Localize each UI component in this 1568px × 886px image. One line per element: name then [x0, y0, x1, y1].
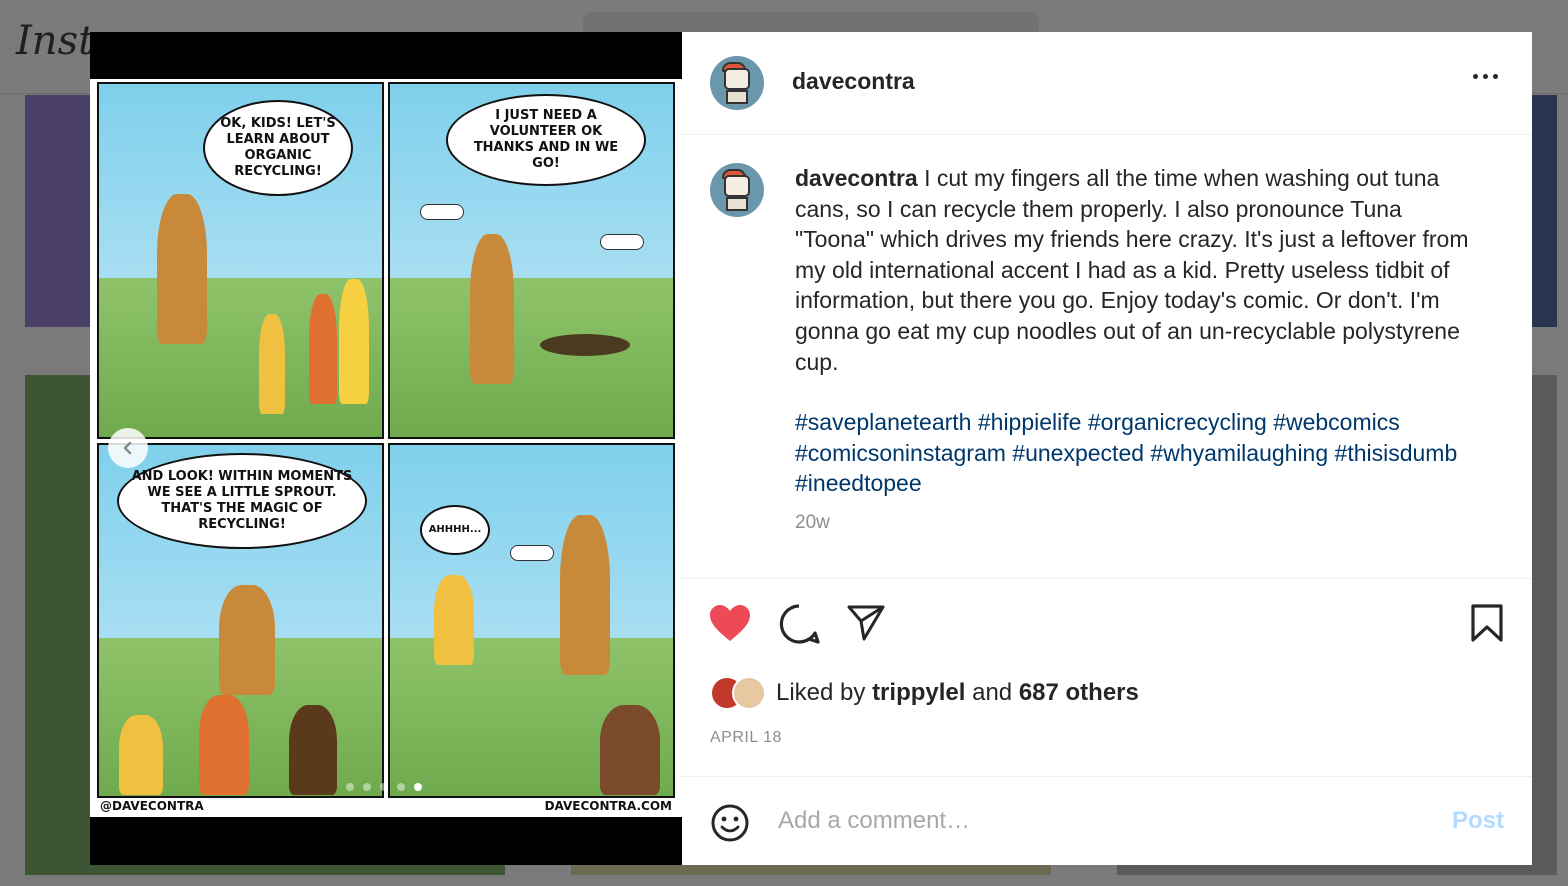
carousel-dot — [397, 783, 405, 791]
previous-slide-button[interactable] — [108, 428, 148, 468]
speech-bubble: AHHHH... — [420, 505, 490, 555]
comic-panel-2: I JUST NEED A VOLUNTEER OK THANKS AND IN… — [388, 82, 675, 439]
comment-button[interactable] — [778, 603, 820, 650]
liked-by-prefix: Liked by — [776, 679, 873, 706]
post-username[interactable]: davecontra — [792, 68, 915, 95]
bookmark-icon — [1471, 604, 1503, 642]
caption-text: I cut my fingers all the time when washi… — [795, 165, 1469, 375]
save-button[interactable] — [1470, 603, 1504, 648]
post-actions: Liked by trippylel and 687 others APRIL … — [682, 578, 1532, 776]
speech-bubble: I JUST NEED A VOLUNTEER OK THANKS AND IN… — [446, 94, 646, 186]
heart-icon — [710, 605, 750, 641]
caption-time: 20w — [795, 512, 830, 533]
comic-footer-handle: @DAVECONTRA — [100, 799, 204, 813]
post-media: OK, KIDS! LET'S LEARN ABOUT ORGANIC RECY… — [90, 32, 682, 865]
comment-icon — [779, 604, 820, 644]
speech-bubble: AND LOOK! WITHIN MOMENTS WE SEE A LITTLE… — [117, 453, 367, 549]
liked-by-others[interactable]: 687 others — [1019, 679, 1139, 707]
comment-input[interactable] — [778, 807, 1418, 835]
comic-footer-website: DAVECONTRA.COM — [544, 799, 672, 813]
caption-username[interactable]: davecontra — [795, 165, 918, 191]
post-date: APRIL 18 — [710, 729, 782, 746]
comic-panel-4: AHHHH... — [388, 443, 675, 798]
like-button[interactable] — [708, 603, 752, 648]
post-modal: OK, KIDS! LET'S LEARN ABOUT ORGANIC RECY… — [90, 32, 1532, 865]
share-button[interactable] — [846, 603, 886, 648]
share-icon — [847, 605, 885, 641]
chevron-left-icon — [123, 441, 132, 455]
avatar[interactable] — [710, 56, 764, 110]
liker-avatar[interactable] — [732, 676, 766, 710]
caption-avatar[interactable] — [710, 163, 764, 217]
caption-hashtags[interactable]: #saveplanetearth #hippielife #organicrec… — [795, 407, 1485, 499]
emoji-button[interactable] — [710, 803, 750, 848]
liked-by-and: and — [965, 679, 1019, 706]
emoji-icon — [711, 804, 749, 842]
post-sidebar: davecontra davecontra I cut my fingers a… — [682, 32, 1532, 865]
carousel-dot — [363, 783, 371, 791]
carousel-indicator — [346, 783, 422, 791]
more-options-button[interactable] — [1473, 74, 1498, 79]
likes-summary: Liked by trippylel and 687 others — [710, 676, 1139, 710]
comic-panel-3: AND LOOK! WITHIN MOMENTS WE SEE A LITTLE… — [97, 443, 384, 798]
post-comment-button[interactable]: Post — [1452, 807, 1504, 835]
post-caption: davecontra I cut my fingers all the time… — [795, 163, 1485, 499]
speech-bubble: OK, KIDS! LET'S LEARN ABOUT ORGANIC RECY… — [203, 100, 353, 196]
carousel-dot — [346, 783, 354, 791]
more-icon — [1473, 74, 1478, 79]
comment-bar: Post — [682, 776, 1532, 865]
comic-image: OK, KIDS! LET'S LEARN ABOUT ORGANIC RECY… — [90, 79, 682, 817]
comic-panel-1: OK, KIDS! LET'S LEARN ABOUT ORGANIC RECY… — [97, 82, 384, 439]
comic-footer: @DAVECONTRA DAVECONTRA.COM — [90, 795, 682, 817]
post-header: davecontra — [682, 32, 1532, 135]
liked-by-user[interactable]: trippylel — [872, 679, 965, 707]
carousel-dot — [414, 783, 422, 791]
carousel-dot — [380, 783, 388, 791]
